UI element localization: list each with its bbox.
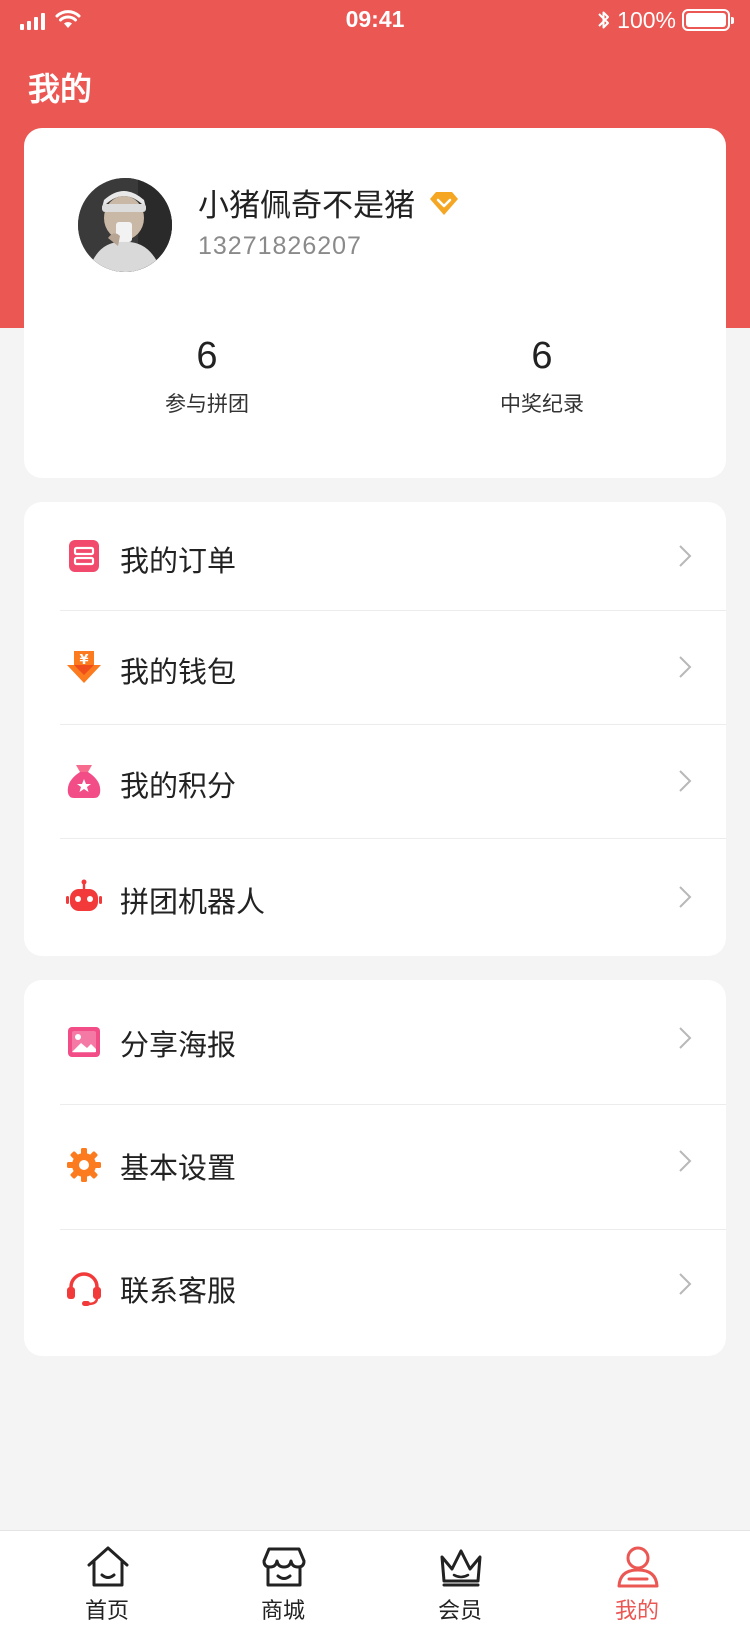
menu-item-wallet[interactable]: ¥ 我的钱包 [24, 611, 726, 724]
store-icon [262, 1547, 306, 1587]
chevron-right-icon [679, 1150, 692, 1172]
tab-mine[interactable]: 我的 [577, 1531, 697, 1628]
menu-item-robot[interactable]: 拼团机器人 [24, 839, 726, 956]
headset-icon [67, 1272, 101, 1306]
stat-label: 参与拼团 [165, 392, 249, 416]
tab-label: 商城 [260, 1599, 305, 1624]
menu-item-orders[interactable]: 我的订单 [24, 502, 726, 610]
chevron-right-icon [679, 656, 692, 678]
bottom-tab-bar: 首页 商城 会员 我的 [0, 1530, 750, 1628]
menu-item-customer-service[interactable]: 联系客服 [24, 1230, 726, 1356]
bluetooth-icon [598, 11, 610, 29]
username: 小猪佩奇不是猪 [198, 188, 415, 224]
menu-item-share-poster[interactable]: 分享海报 [24, 980, 726, 1104]
stat-label: 中奖纪录 [500, 392, 584, 416]
order-icon [69, 540, 99, 572]
menu-label: 我的订单 [120, 544, 237, 578]
menu-label: 基本设置 [120, 1151, 237, 1185]
vip-diamond-icon [430, 191, 458, 215]
chevron-right-icon [679, 545, 692, 567]
tab-home[interactable]: 首页 [47, 1531, 167, 1628]
battery-percentage: 100% [617, 6, 676, 33]
stat-value: 6 [196, 335, 218, 377]
stat-value: 6 [531, 335, 553, 377]
menu-label: 分享海报 [120, 1028, 237, 1062]
tab-store[interactable]: 商城 [223, 1531, 343, 1628]
svg-text:¥: ¥ [79, 653, 88, 668]
battery-icon [682, 9, 734, 31]
menu-group-1: 我的订单 ¥ 我的钱包 我的积分 拼团机器人 [24, 502, 726, 956]
username-row: 小猪佩奇不是猪 [198, 180, 459, 225]
crown-icon [440, 1549, 482, 1587]
menu-label: 我的积分 [120, 769, 237, 803]
home-icon [87, 1546, 129, 1587]
points-bag-icon [67, 765, 101, 798]
avatar[interactable] [78, 178, 172, 272]
settings-gear-icon [67, 1148, 101, 1182]
menu-item-settings[interactable]: 基本设置 [24, 1105, 726, 1229]
menu-label: 我的钱包 [120, 655, 237, 689]
robot-icon [66, 879, 102, 911]
menu-label: 联系客服 [120, 1274, 237, 1308]
chevron-right-icon [679, 1273, 692, 1295]
stat-winning-records[interactable]: 6 中奖纪录 [422, 334, 662, 418]
chevron-right-icon [679, 1027, 692, 1049]
wallet-icon: ¥ [67, 651, 101, 683]
chevron-right-icon [679, 770, 692, 792]
menu-item-points[interactable]: 我的积分 [24, 725, 726, 838]
menu-group-2: 分享海报 基本设置 联系客服 [24, 980, 726, 1356]
user-icon [617, 1546, 659, 1588]
tab-membership[interactable]: 会员 [400, 1531, 520, 1628]
tab-label: 首页 [84, 1599, 129, 1624]
chevron-right-icon [679, 886, 692, 908]
stat-group-buy[interactable]: 6 参与拼团 [87, 334, 327, 418]
page-title: 我的 [28, 70, 93, 108]
menu-label: 拼团机器人 [120, 885, 266, 919]
status-bar: 09:41 100% [0, 0, 750, 40]
phone-number: 13271826207 [198, 232, 362, 260]
tab-label: 会员 [437, 1599, 482, 1624]
status-right: 100% [597, 6, 734, 33]
poster-icon [68, 1027, 100, 1057]
tab-label: 我的 [614, 1599, 659, 1624]
profile-card: 小猪佩奇不是猪 13271826207 6 参与拼团 6 中奖纪录 [24, 128, 726, 478]
